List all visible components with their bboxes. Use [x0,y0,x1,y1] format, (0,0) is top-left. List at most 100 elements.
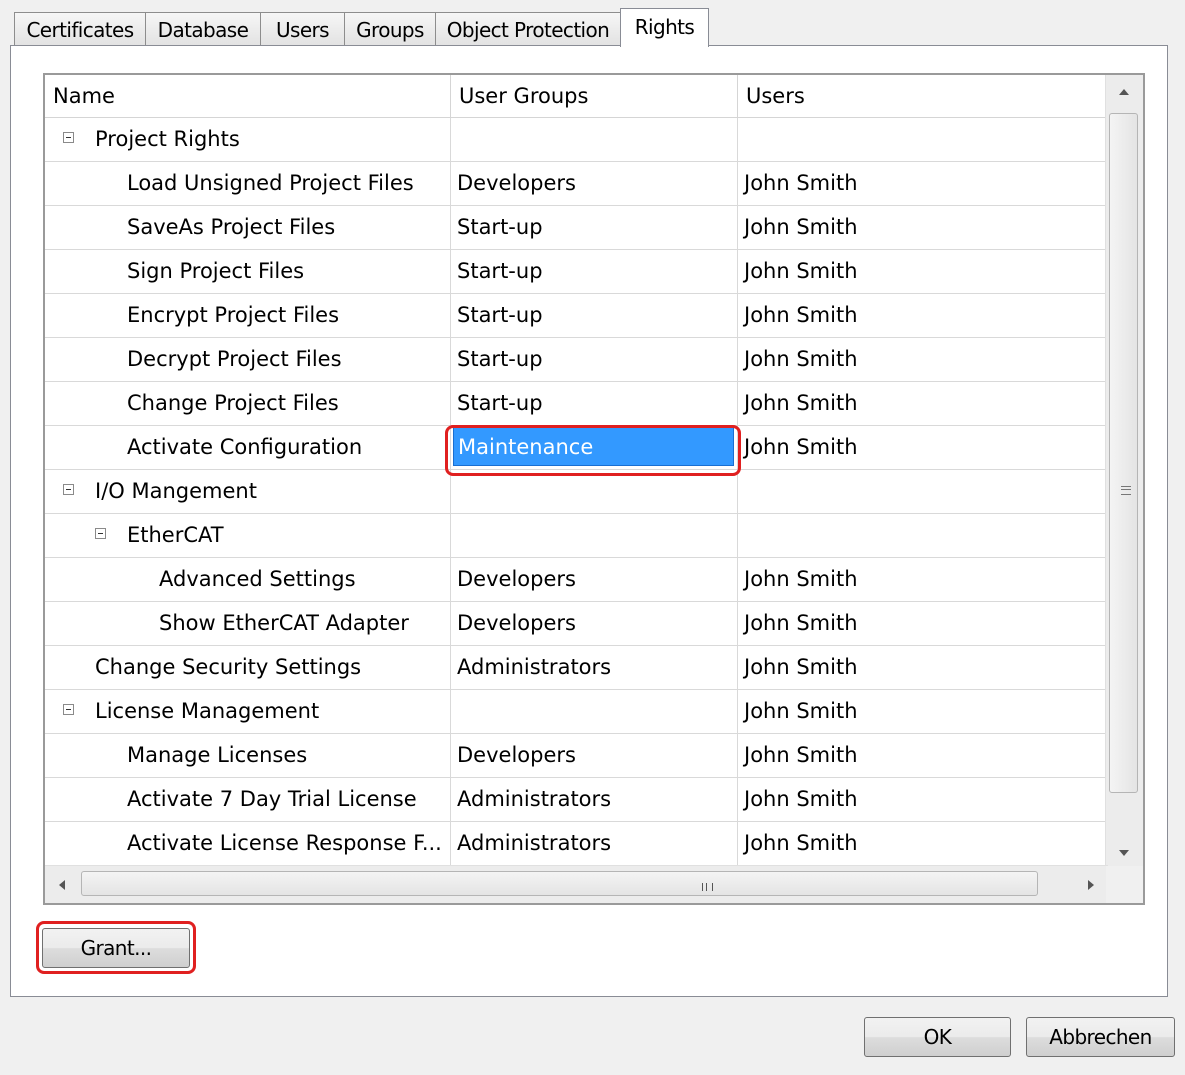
column-header-user-groups[interactable]: User Groups [451,75,738,118]
cell-users[interactable]: John Smith [738,558,1108,602]
highlight-selected-cell [445,425,741,476]
cell-name: Change Project Files [45,382,451,426]
cell-user-groups[interactable]: Start-up [451,382,738,426]
cell-users[interactable]: John Smith [738,426,1108,470]
table-row[interactable]: Project Rights [45,118,1108,162]
cell-user-groups[interactable]: Developers [451,162,738,206]
cell-users[interactable]: John Smith [738,162,1108,206]
tab-object-protection[interactable]: Object Protection [435,12,621,46]
table-row[interactable]: Advanced Settings Developers John Smith [45,558,1108,602]
cell-name: Encrypt Project Files [45,294,451,338]
cell-users[interactable]: John Smith [738,382,1108,426]
cell-user-groups[interactable] [451,690,738,734]
cell-user-groups[interactable]: Administrators [451,822,738,866]
right-name: Activate 7 Day Trial License [127,787,417,811]
cell-user-groups[interactable] [451,514,738,558]
right-name: Activate Configuration [127,435,363,459]
tab-database[interactable]: Database [145,12,261,46]
cell-users[interactable]: John Smith [738,250,1108,294]
cell-users[interactable] [738,514,1108,558]
scroll-up-icon[interactable] [1119,89,1129,95]
scroll-right-icon[interactable] [1088,880,1094,890]
cell-user-groups[interactable] [451,118,738,162]
right-name: Encrypt Project Files [127,303,340,327]
cell-users[interactable] [738,118,1108,162]
cell-users[interactable] [738,470,1108,514]
cell-users[interactable]: John Smith [738,690,1108,734]
table-row[interactable]: Change Security Settings Administrators Jo… [45,646,1108,690]
right-name: Change Security Settings [95,655,362,679]
table-row[interactable]: Manage Licenses Developers John Smith [45,734,1108,778]
table-row[interactable]: Show EtherCAT Adapter Developers John Smit… [45,602,1108,646]
cell-users[interactable]: John Smith [738,206,1108,250]
right-name: Sign Project Files [127,259,305,283]
cell-user-groups[interactable]: Start-up [451,206,738,250]
grip-icon [1121,486,1131,495]
cell-name: SaveAs Project Files [45,206,451,250]
cell-user-groups[interactable] [451,470,738,514]
right-name: EtherCAT [127,523,224,547]
table-row[interactable]: Encrypt Project Files Start-up John Smith [45,294,1108,338]
cell-user-groups[interactable]: Administrators [451,646,738,690]
cell-name: Activate License Response F... [45,822,451,866]
cell-user-groups[interactable]: Start-up [451,338,738,382]
right-name: Project Rights [95,127,240,151]
table-row[interactable]: Change Project Files Start-up John Smith [45,382,1108,426]
horizontal-scroll-thumb[interactable] [81,871,1038,896]
right-name: Activate License Response F... [127,831,442,855]
cell-name: Activate 7 Day Trial License [45,778,451,822]
table-row[interactable]: Load Unsigned Project Files Developers Joh… [45,162,1108,206]
cell-name: I/O Mangement [45,470,451,514]
table-row[interactable]: Activate License Response F... Administra… [45,822,1108,866]
cancel-button[interactable]: Abbrechen [1026,1017,1175,1057]
cell-users[interactable]: John Smith [738,646,1108,690]
right-name: Advanced Settings [159,567,356,591]
tab-users[interactable]: Users [260,12,345,46]
cell-name: Activate Configuration [45,426,451,470]
collapse-icon[interactable] [63,132,74,143]
right-name: Load Unsigned Project Files [127,171,414,195]
collapse-icon[interactable] [95,528,106,539]
table-row[interactable]: License Management John Smith [45,690,1108,734]
cell-user-groups[interactable]: Start-up [451,250,738,294]
scroll-left-icon[interactable] [59,880,65,890]
ok-button[interactable]: OK [864,1017,1011,1057]
cell-user-groups[interactable]: Developers [451,734,738,778]
scroll-down-icon[interactable] [1119,850,1129,856]
cell-users[interactable]: John Smith [738,734,1108,778]
right-name: Show EtherCAT Adapter [159,611,409,635]
cell-user-groups[interactable]: Developers [451,558,738,602]
vertical-scroll-thumb[interactable] [1109,113,1138,793]
cell-users[interactable]: John Smith [738,822,1108,866]
cell-users[interactable]: John Smith [738,778,1108,822]
cell-users[interactable]: John Smith [738,294,1108,338]
tab-certificates[interactable]: Certificates [14,12,146,46]
right-name: Decrypt Project Files [127,347,342,371]
right-name: Change Project Files [127,391,339,415]
table-row[interactable]: I/O Mangement [45,470,1108,514]
tab-groups[interactable]: Groups [344,12,436,46]
highlight-grant-button [36,921,196,974]
cell-user-groups[interactable]: Start-up [451,294,738,338]
horizontal-scrollbar[interactable] [45,865,1108,903]
vertical-scrollbar[interactable] [1105,75,1143,866]
cell-name: Change Security Settings [45,646,451,690]
column-header-users[interactable]: Users [738,75,1108,118]
cell-users[interactable]: John Smith [738,338,1108,382]
table-row[interactable]: Activate 7 Day Trial License Administrato… [45,778,1108,822]
rights-grid: Name User Groups Users Project Rights Loa… [43,73,1145,905]
cell-user-groups[interactable]: Administrators [451,778,738,822]
right-name: Manage Licenses [127,743,308,767]
table-row[interactable]: Sign Project Files Start-up John Smith [45,250,1108,294]
tab-rights[interactable]: Rights [620,8,709,47]
cell-users[interactable]: John Smith [738,602,1108,646]
table-row[interactable]: Decrypt Project Files Start-up John Smith [45,338,1108,382]
collapse-icon[interactable] [63,704,74,715]
column-header-name[interactable]: Name [45,75,451,118]
cell-name: Load Unsigned Project Files [45,162,451,206]
table-row[interactable]: SaveAs Project Files Start-up John Smith [45,206,1108,250]
cell-name: Advanced Settings [45,558,451,602]
cell-user-groups[interactable]: Developers [451,602,738,646]
table-row[interactable]: EtherCAT [45,514,1108,558]
collapse-icon[interactable] [63,484,74,495]
